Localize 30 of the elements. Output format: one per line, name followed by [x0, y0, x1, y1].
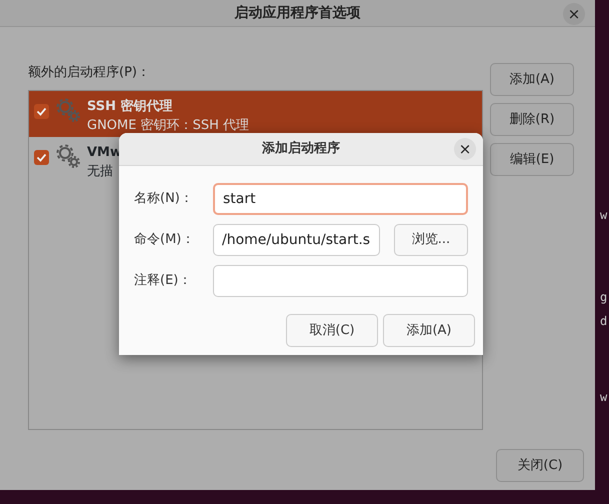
close-button[interactable]: × [454, 138, 476, 160]
terminal-text: w [600, 389, 608, 406]
field-label: 命令(M)： [134, 231, 196, 250]
input-field[interactable] [213, 265, 468, 297]
field-label: 名称(N)： [134, 190, 194, 208]
window-title: 启动应用程序首选项 [234, 4, 360, 22]
field-label: 注释(E)： [134, 272, 192, 290]
action-button[interactable]: 删除(R) [490, 103, 574, 136]
program-description: 无描 [87, 163, 114, 181]
program-description: GNOME 密钥环：SSH 代理 [87, 117, 250, 135]
gear-icon [55, 142, 81, 168]
dialog-button[interactable]: 取消(C) [286, 314, 378, 347]
dialog-button[interactable]: 添加(A) [383, 314, 475, 347]
dialog-title: 添加启动程序 [262, 140, 340, 158]
gear-icon [55, 96, 81, 122]
checkbox[interactable] [34, 150, 49, 164]
close-button[interactable]: × [563, 3, 585, 25]
action-button[interactable]: 添加(A) [490, 63, 574, 96]
terminal-text: d [600, 313, 608, 330]
checkbox[interactable] [34, 104, 49, 118]
terminal-text: w [600, 207, 608, 224]
close-button[interactable]: 关闭(C) [496, 449, 584, 482]
action-button[interactable]: 编辑(E) [490, 143, 574, 176]
input-field[interactable]: start [213, 183, 468, 215]
browse-button[interactable]: 浏览... [394, 224, 468, 256]
program-name: SSH 密钥代理 [87, 98, 174, 116]
program-row[interactable]: SSH 密钥代理 GNOME 密钥环：SSH 代理 [29, 90, 482, 136]
list-label: 额外的启动程序(P)： [28, 64, 151, 82]
terminal-text: g [600, 289, 608, 306]
input-field[interactable]: /home/ubuntu/start.s [213, 224, 380, 256]
